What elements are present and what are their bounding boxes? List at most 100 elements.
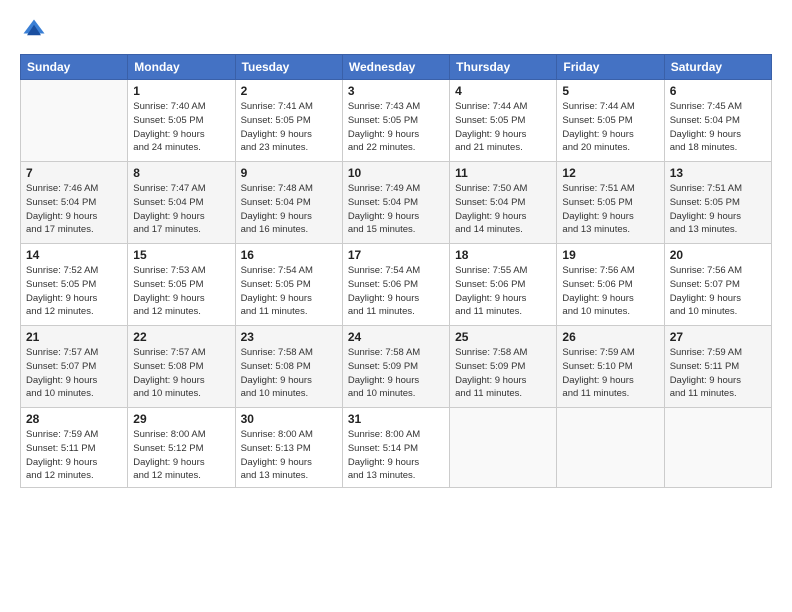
- calendar-cell: 26 Sunrise: 7:59 AM Sunset: 5:10 PM Dayli…: [557, 326, 664, 408]
- weekday-header-wednesday: Wednesday: [342, 55, 449, 80]
- calendar-cell: [664, 408, 771, 488]
- day-number: 18: [455, 248, 551, 262]
- day-info: Sunrise: 7:40 AM Sunset: 5:05 PM Dayligh…: [133, 100, 229, 155]
- calendar-cell: 13 Sunrise: 7:51 AM Sunset: 5:05 PM Dayli…: [664, 162, 771, 244]
- day-number: 15: [133, 248, 229, 262]
- day-info: Sunrise: 7:44 AM Sunset: 5:05 PM Dayligh…: [455, 100, 551, 155]
- calendar-cell: 24 Sunrise: 7:58 AM Sunset: 5:09 PM Dayli…: [342, 326, 449, 408]
- calendar-cell: 14 Sunrise: 7:52 AM Sunset: 5:05 PM Dayli…: [21, 244, 128, 326]
- day-number: 23: [241, 330, 337, 344]
- week-row-1: 1 Sunrise: 7:40 AM Sunset: 5:05 PM Daylig…: [21, 80, 772, 162]
- week-row-3: 14 Sunrise: 7:52 AM Sunset: 5:05 PM Dayli…: [21, 244, 772, 326]
- calendar-cell: 21Sunrise: 7:57 AM Sunset: 5:07 PM Dayli…: [21, 326, 128, 408]
- week-row-5: 28 Sunrise: 7:59 AM Sunset: 5:11 PM Dayli…: [21, 408, 772, 488]
- day-info: Sunrise: 8:00 AM Sunset: 5:14 PM Dayligh…: [348, 428, 444, 483]
- day-number: 7: [26, 166, 122, 180]
- day-number: 11: [455, 166, 551, 180]
- calendar-cell: 18 Sunrise: 7:55 AM Sunset: 5:06 PM Dayli…: [450, 244, 557, 326]
- week-row-4: 21Sunrise: 7:57 AM Sunset: 5:07 PM Dayli…: [21, 326, 772, 408]
- calendar-cell: 4 Sunrise: 7:44 AM Sunset: 5:05 PM Daylig…: [450, 80, 557, 162]
- calendar-cell: 12Sunrise: 7:51 AM Sunset: 5:05 PM Dayli…: [557, 162, 664, 244]
- calendar-table: SundayMondayTuesdayWednesdayThursdayFrid…: [20, 54, 772, 488]
- day-info: Sunrise: 7:52 AM Sunset: 5:05 PM Dayligh…: [26, 264, 122, 319]
- header: [20, 16, 772, 44]
- calendar-cell: 1 Sunrise: 7:40 AM Sunset: 5:05 PM Daylig…: [128, 80, 235, 162]
- day-number: 29: [133, 412, 229, 426]
- calendar-cell: 3 Sunrise: 7:43 AM Sunset: 5:05 PM Daylig…: [342, 80, 449, 162]
- day-number: 21: [26, 330, 122, 344]
- day-info: Sunrise: 7:51 AM Sunset: 5:05 PM Dayligh…: [670, 182, 766, 237]
- day-number: 10: [348, 166, 444, 180]
- logo: [20, 16, 50, 44]
- calendar-cell: 17 Sunrise: 7:54 AM Sunset: 5:06 PM Dayli…: [342, 244, 449, 326]
- day-info: Sunrise: 7:49 AM Sunset: 5:04 PM Dayligh…: [348, 182, 444, 237]
- calendar-cell: 29 Sunrise: 8:00 AM Sunset: 5:12 PM Dayli…: [128, 408, 235, 488]
- day-info: Sunrise: 8:00 AM Sunset: 5:12 PM Dayligh…: [133, 428, 229, 483]
- calendar-cell: 15 Sunrise: 7:53 AM Sunset: 5:05 PM Dayli…: [128, 244, 235, 326]
- day-info: Sunrise: 7:55 AM Sunset: 5:06 PM Dayligh…: [455, 264, 551, 319]
- calendar-cell: [557, 408, 664, 488]
- calendar-cell: 25Sunrise: 7:58 AM Sunset: 5:09 PM Dayli…: [450, 326, 557, 408]
- weekday-header-monday: Monday: [128, 55, 235, 80]
- calendar-cell: 23 Sunrise: 7:58 AM Sunset: 5:08 PM Dayli…: [235, 326, 342, 408]
- day-number: 26: [562, 330, 658, 344]
- day-info: Sunrise: 7:57 AM Sunset: 5:08 PM Dayligh…: [133, 346, 229, 401]
- day-info: Sunrise: 7:43 AM Sunset: 5:05 PM Dayligh…: [348, 100, 444, 155]
- calendar-cell: 6Sunrise: 7:45 AM Sunset: 5:04 PM Daylig…: [664, 80, 771, 162]
- week-row-2: 7 Sunrise: 7:46 AM Sunset: 5:04 PM Daylig…: [21, 162, 772, 244]
- day-info: Sunrise: 7:53 AM Sunset: 5:05 PM Dayligh…: [133, 264, 229, 319]
- day-info: Sunrise: 7:58 AM Sunset: 5:08 PM Dayligh…: [241, 346, 337, 401]
- day-number: 2: [241, 84, 337, 98]
- day-number: 19: [562, 248, 658, 262]
- calendar-cell: 31Sunrise: 8:00 AM Sunset: 5:14 PM Dayli…: [342, 408, 449, 488]
- weekday-header-saturday: Saturday: [664, 55, 771, 80]
- day-number: 22: [133, 330, 229, 344]
- calendar-cell: 16Sunrise: 7:54 AM Sunset: 5:05 PM Dayli…: [235, 244, 342, 326]
- day-info: Sunrise: 7:48 AM Sunset: 5:04 PM Dayligh…: [241, 182, 337, 237]
- weekday-header-tuesday: Tuesday: [235, 55, 342, 80]
- calendar-cell: 20Sunrise: 7:56 AM Sunset: 5:07 PM Dayli…: [664, 244, 771, 326]
- day-info: Sunrise: 7:59 AM Sunset: 5:11 PM Dayligh…: [26, 428, 122, 483]
- day-info: Sunrise: 7:58 AM Sunset: 5:09 PM Dayligh…: [455, 346, 551, 401]
- day-number: 8: [133, 166, 229, 180]
- day-number: 17: [348, 248, 444, 262]
- calendar-cell: 19 Sunrise: 7:56 AM Sunset: 5:06 PM Dayli…: [557, 244, 664, 326]
- day-info: Sunrise: 7:59 AM Sunset: 5:10 PM Dayligh…: [562, 346, 658, 401]
- weekday-header-friday: Friday: [557, 55, 664, 80]
- day-number: 9: [241, 166, 337, 180]
- day-info: Sunrise: 7:58 AM Sunset: 5:09 PM Dayligh…: [348, 346, 444, 401]
- weekday-header-sunday: Sunday: [21, 55, 128, 80]
- day-info: Sunrise: 7:46 AM Sunset: 5:04 PM Dayligh…: [26, 182, 122, 237]
- calendar-cell: 10 Sunrise: 7:49 AM Sunset: 5:04 PM Dayli…: [342, 162, 449, 244]
- day-number: 4: [455, 84, 551, 98]
- calendar-cell: 7 Sunrise: 7:46 AM Sunset: 5:04 PM Daylig…: [21, 162, 128, 244]
- day-number: 28: [26, 412, 122, 426]
- calendar-cell: [21, 80, 128, 162]
- calendar-cell: 5 Sunrise: 7:44 AM Sunset: 5:05 PM Daylig…: [557, 80, 664, 162]
- day-number: 13: [670, 166, 766, 180]
- day-info: Sunrise: 7:56 AM Sunset: 5:06 PM Dayligh…: [562, 264, 658, 319]
- calendar-cell: 2 Sunrise: 7:41 AM Sunset: 5:05 PM Daylig…: [235, 80, 342, 162]
- calendar-cell: 22 Sunrise: 7:57 AM Sunset: 5:08 PM Dayli…: [128, 326, 235, 408]
- day-info: Sunrise: 7:59 AM Sunset: 5:11 PM Dayligh…: [670, 346, 766, 401]
- day-info: Sunrise: 7:45 AM Sunset: 5:04 PM Dayligh…: [670, 100, 766, 155]
- day-number: 12: [562, 166, 658, 180]
- calendar-cell: [450, 408, 557, 488]
- day-number: 14: [26, 248, 122, 262]
- day-info: Sunrise: 7:44 AM Sunset: 5:05 PM Dayligh…: [562, 100, 658, 155]
- calendar-cell: 9 Sunrise: 7:48 AM Sunset: 5:04 PM Daylig…: [235, 162, 342, 244]
- day-info: Sunrise: 7:54 AM Sunset: 5:06 PM Dayligh…: [348, 264, 444, 319]
- page: SundayMondayTuesdayWednesdayThursdayFrid…: [0, 0, 792, 612]
- day-number: 20: [670, 248, 766, 262]
- day-number: 30: [241, 412, 337, 426]
- weekday-header-row: SundayMondayTuesdayWednesdayThursdayFrid…: [21, 55, 772, 80]
- day-number: 27: [670, 330, 766, 344]
- day-info: Sunrise: 7:41 AM Sunset: 5:05 PM Dayligh…: [241, 100, 337, 155]
- day-number: 1: [133, 84, 229, 98]
- day-number: 24: [348, 330, 444, 344]
- calendar-cell: 30Sunrise: 8:00 AM Sunset: 5:13 PM Dayli…: [235, 408, 342, 488]
- calendar-cell: 27 Sunrise: 7:59 AM Sunset: 5:11 PM Dayli…: [664, 326, 771, 408]
- day-number: 5: [562, 84, 658, 98]
- day-number: 3: [348, 84, 444, 98]
- logo-icon: [20, 16, 48, 44]
